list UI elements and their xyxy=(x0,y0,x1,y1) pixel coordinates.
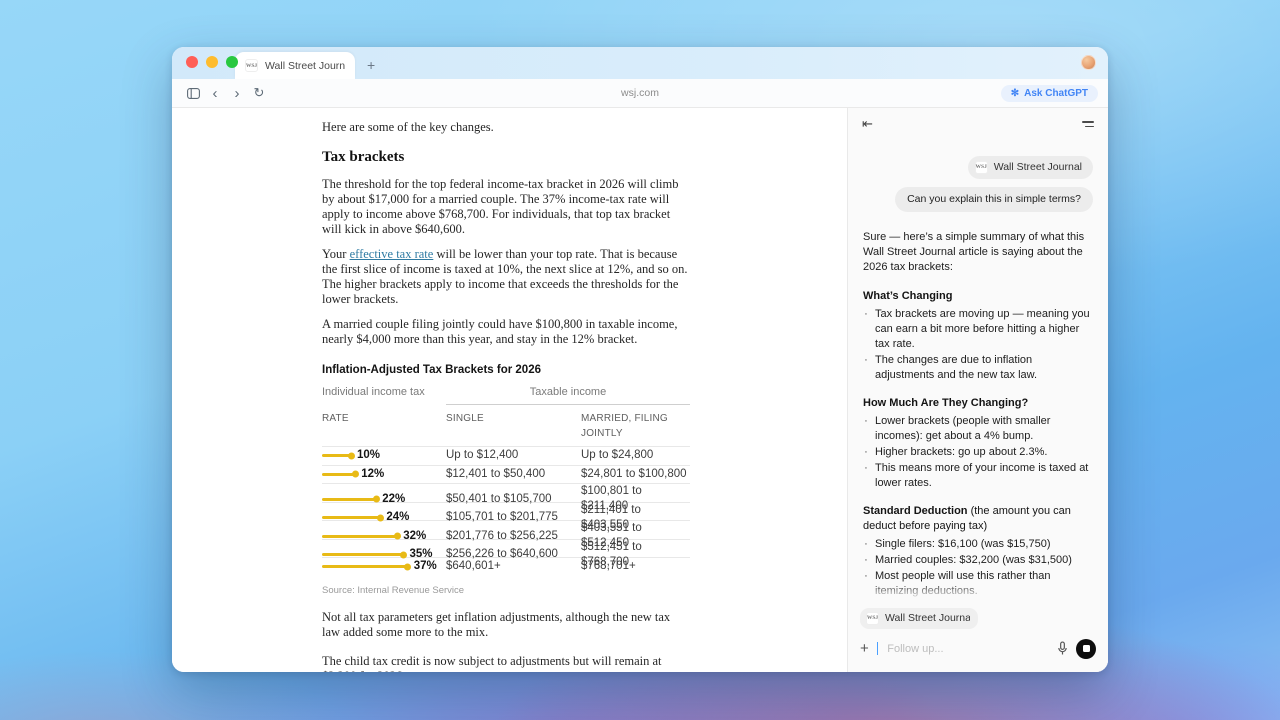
ask-chatgpt-label: Ask ChatGPT xyxy=(1024,88,1088,99)
tab-wall-street-journal[interactable]: WSJ Wall Street Journal xyxy=(235,52,355,79)
url-field[interactable]: wsj.com xyxy=(621,87,659,99)
reload-button[interactable]: ↻ xyxy=(248,82,270,104)
table-group-right: Taxable income xyxy=(446,385,690,405)
rate-value: 22% xyxy=(382,492,405,507)
column-header-married: MARRIED, FILING JOINTLY xyxy=(581,411,690,441)
ask-chatgpt-button[interactable]: ✻ Ask ChatGPT xyxy=(1001,85,1098,102)
single-range: $50,401 to $105,700 xyxy=(446,492,581,507)
rate-value: 24% xyxy=(386,510,409,525)
rate-bar xyxy=(322,565,408,568)
collapse-sidebar-icon[interactable]: ⇤ xyxy=(862,116,873,132)
single-range: $12,401 to $50,400 xyxy=(446,467,581,482)
married-range: Up to $24,800 xyxy=(581,448,690,463)
assistant-intro: Sure — here’s a simple summary of what t… xyxy=(863,230,1093,275)
titlebar: WSJ Wall Street Journal + xyxy=(172,47,1108,79)
stop-button[interactable] xyxy=(1076,639,1096,659)
back-button[interactable]: ‹ xyxy=(204,82,226,104)
chat-bullet: ·Single filers: $16,100 (was $15,750) xyxy=(863,537,1093,552)
article-paragraph: Your effective tax rate will be lower th… xyxy=(322,247,690,307)
text-run: Your xyxy=(322,247,350,261)
browser-window: WSJ Wall Street Journal + ‹ › ↻ wsj.com … xyxy=(172,47,1108,672)
table-row: 12% $12,401 to $50,400 $24,801 to $100,8… xyxy=(322,465,690,484)
chat-bullet: ·This means more of your income is taxed… xyxy=(863,461,1093,491)
chatgpt-sidebar: ⇤ WSJ Wall Street Journal Can you explai… xyxy=(847,108,1108,672)
chat-bullet: ·Lower brackets (people with smaller inc… xyxy=(863,414,1093,444)
context-chip: WSJ Wall Street Journal xyxy=(968,156,1093,179)
new-tab-button[interactable]: + xyxy=(367,57,375,73)
rate-bar xyxy=(322,498,376,501)
composer-context-chip[interactable]: WSJ Wall Street Journal xyxy=(860,608,978,629)
microphone-icon[interactable] xyxy=(1057,641,1068,656)
user-avatar[interactable] xyxy=(1081,55,1096,70)
follow-up-input[interactable] xyxy=(887,643,1049,655)
sidebar-panel-button[interactable] xyxy=(182,82,204,104)
composer: WSJ Wall Street Journal + xyxy=(848,600,1108,672)
table-title: Inflation-Adjusted Tax Brackets for 2026 xyxy=(322,363,690,378)
traffic-lights xyxy=(186,56,238,68)
column-header-rate: RATE xyxy=(322,411,446,441)
chat-bullet: ·Married couples: $32,200 (was $31,500) xyxy=(863,553,1093,568)
rate-bar xyxy=(322,454,351,457)
single-range: Up to $12,400 xyxy=(446,448,581,463)
rate-value: 10% xyxy=(357,448,380,463)
single-range: $201,776 to $256,225 xyxy=(446,529,581,544)
user-message-bubble: Can you explain this in simple terms? xyxy=(895,187,1093,212)
wsj-favicon-icon: WSJ xyxy=(975,161,988,174)
rate-bar xyxy=(322,473,355,476)
openai-icon: ✻ xyxy=(1011,88,1019,99)
scroll-fade xyxy=(848,582,1108,600)
single-range: $105,701 to $201,775 xyxy=(446,510,581,525)
wsj-favicon-icon: WSJ xyxy=(866,612,879,625)
article-paragraph: Here are some of the key changes. xyxy=(322,120,690,135)
zoom-window-button[interactable] xyxy=(226,56,238,68)
rate-value: 32% xyxy=(403,529,426,544)
rate-bar xyxy=(322,516,380,519)
composer-chip-label: Wall Street Journal xyxy=(885,612,970,624)
table-row: 37% $640,601+ $768,701+ xyxy=(322,557,690,576)
rate-bar xyxy=(322,535,397,538)
text-caret xyxy=(877,642,879,655)
rate-bar xyxy=(322,553,404,556)
chat-bullet: ·Higher brackets: go up about 2.3%. xyxy=(863,445,1093,460)
table-row: 22% $50,401 to $105,700 $100,801 to $211… xyxy=(322,483,690,502)
toolbar: ‹ › ↻ wsj.com ✻ Ask ChatGPT xyxy=(172,79,1108,108)
table-row: 10% Up to $12,400 Up to $24,800 xyxy=(322,446,690,465)
column-header-single: SINGLE xyxy=(446,411,581,441)
article-paragraph: Not all tax parameters get inflation adj… xyxy=(322,610,690,640)
effective-tax-rate-link[interactable]: effective tax rate xyxy=(350,247,434,261)
wsj-favicon-icon: WSJ xyxy=(245,59,258,72)
article-paragraph: The threshold for the top federal income… xyxy=(322,177,690,237)
single-range: $640,601+ xyxy=(446,559,581,574)
article-paragraph: A married couple filing jointly could ha… xyxy=(322,317,690,347)
table-source: Source: Internal Revenue Service xyxy=(322,583,690,598)
sidebar-menu-icon[interactable] xyxy=(1082,121,1094,127)
table-group-left: Individual income tax xyxy=(322,385,446,405)
tab-title: Wall Street Journal xyxy=(265,60,345,72)
close-window-button[interactable] xyxy=(186,56,198,68)
chat-bullet: ·Tax brackets are moving up — meaning yo… xyxy=(863,307,1093,352)
article-pane: Here are some of the key changes. Tax br… xyxy=(172,108,847,672)
chat-bullet: ·The changes are due to inflation adjust… xyxy=(863,353,1093,383)
chat-thread: WSJ Wall Street Journal Can you explain … xyxy=(848,140,1108,600)
section-heading-tax-brackets: Tax brackets xyxy=(322,148,690,166)
married-range: $768,701+ xyxy=(581,559,690,574)
attach-plus-icon[interactable]: + xyxy=(860,641,869,656)
chat-section-heading: Standard Deduction (the amount you can d… xyxy=(863,504,1093,534)
tax-bracket-table: Inflation-Adjusted Tax Brackets for 2026… xyxy=(322,363,690,598)
minimize-window-button[interactable] xyxy=(206,56,218,68)
forward-button[interactable]: › xyxy=(226,82,248,104)
context-chip-label: Wall Street Journal xyxy=(994,160,1082,175)
married-range: $24,801 to $100,800 xyxy=(581,467,690,482)
chat-section-heading: How Much Are They Changing? xyxy=(863,396,1093,411)
rate-value: 37% xyxy=(414,559,437,574)
rate-value: 12% xyxy=(361,467,384,482)
chat-section-heading: What’s Changing xyxy=(863,289,1093,304)
article-paragraph: The child tax credit is now subject to a… xyxy=(322,654,690,673)
